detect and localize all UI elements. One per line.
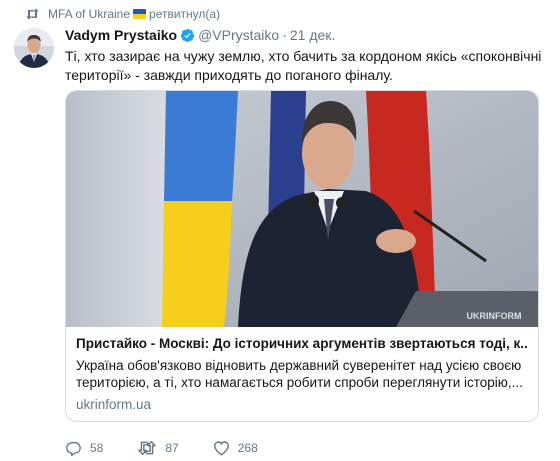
tweet-header: Vadym Prystaiko @VPrystaiko · 21 дек.	[65, 25, 543, 45]
reply-icon	[66, 442, 81, 456]
ukraine-flag-icon	[133, 9, 147, 19]
like-button[interactable]: 268	[213, 440, 258, 456]
card-description-line: Україна обов'язково відновить державний …	[76, 358, 522, 373]
reply-button[interactable]: 58	[65, 440, 103, 456]
retweet-count: 87	[165, 441, 179, 455]
link-card[interactable]: UKRINFORM Пристайко - Москві: До історич…	[65, 90, 539, 422]
display-name[interactable]: Vadym Prystaiko	[65, 27, 177, 43]
retweet-icon	[14, 8, 48, 20]
tweet-content: Vadym Prystaiko @VPrystaiko · 21 дек. Ті…	[65, 25, 543, 85]
retweet-account-link[interactable]: MFA of Ukraine	[48, 7, 130, 21]
retweet-context: MFA of Ukraine ретвитнул(а)	[14, 5, 220, 23]
ukrinform-watermark: UKRINFORM	[467, 311, 522, 321]
card-body: Пристайко - Москві: До історичних аргуме…	[66, 327, 538, 421]
card-domain: ukrinform.ua	[76, 397, 152, 412]
separator-dot: ·	[282, 27, 287, 43]
verified-icon	[180, 28, 195, 43]
tweet-actions: 58 87 268	[65, 440, 292, 456]
card-title: Пристайко - Москві: До історичних аргуме…	[76, 336, 528, 351]
handle[interactable]: @VPrystaiko	[198, 27, 279, 43]
card-image: UKRINFORM	[66, 91, 538, 327]
card-description-line: територією, а ті, хто намагається робити…	[76, 375, 523, 390]
retweet-button[interactable]: 87	[137, 440, 179, 456]
timestamp[interactable]: 21 дек.	[290, 27, 335, 43]
card-description: Україна обов'язково відновить державний …	[76, 357, 528, 391]
retweet-action-label: ретвитнул(а)	[149, 7, 221, 21]
tweet-text: Ті, хто зазирає на чужу землю, хто бачит…	[65, 48, 542, 83]
reply-count: 58	[90, 441, 104, 455]
avatar[interactable]	[14, 28, 54, 68]
like-icon	[213, 441, 229, 456]
like-count: 268	[237, 441, 258, 455]
retweet-icon	[138, 440, 157, 456]
